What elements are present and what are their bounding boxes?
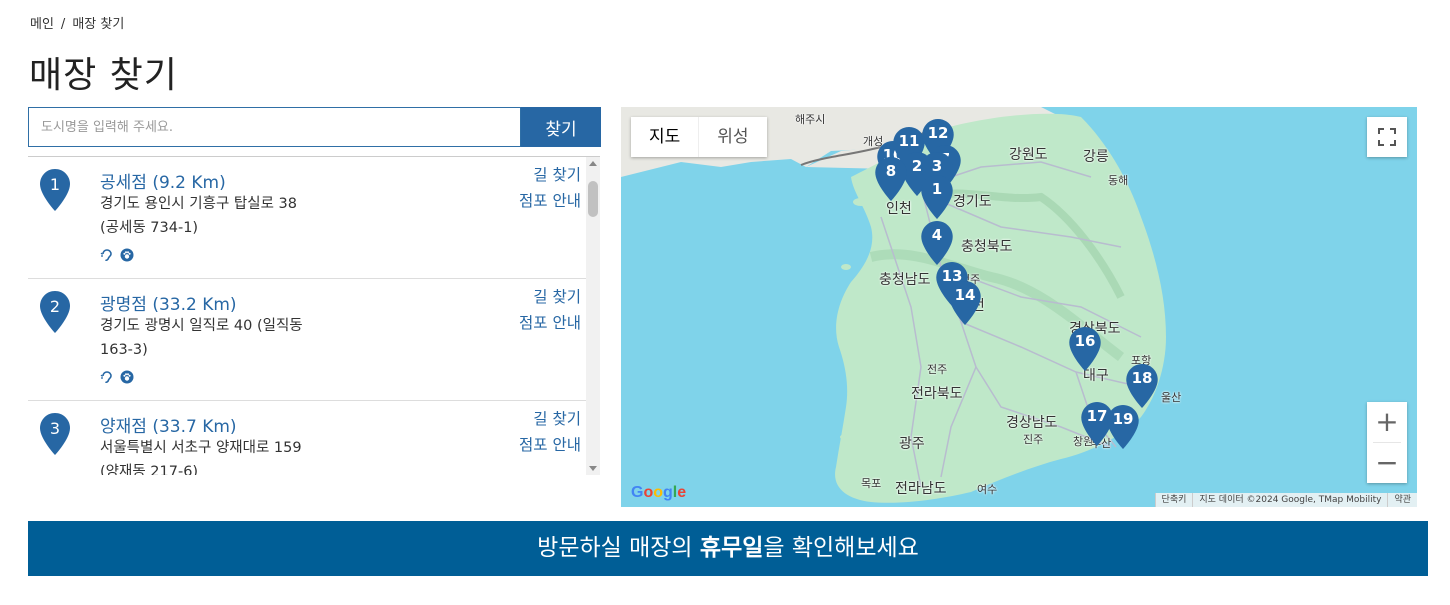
breadcrumb: 메인 / 매장 찾기 — [30, 13, 124, 32]
breadcrumb-separator: / — [60, 17, 66, 32]
map-pin-label: 12 — [927, 124, 949, 142]
map-pin-label: 3 — [931, 157, 943, 175]
map-pin-label: 18 — [1131, 369, 1153, 387]
holiday-banner[interactable]: 방문하실 매장의 휴무일을 확인해보세요 — [28, 521, 1428, 576]
scroll-up-icon[interactable] — [589, 161, 597, 166]
pet-paw-icon — [120, 370, 134, 384]
map-type-satellite-tab[interactable]: 위성 — [698, 117, 766, 157]
store-links: 길 찾기 점포 안내 — [519, 406, 581, 458]
terms-link[interactable]: 약관 — [1387, 493, 1417, 507]
store-map[interactable]: 해주시개성강원도강릉동해인천경기도충청북도충청남도청주대전경상북도포항대구울산전… — [621, 107, 1417, 507]
svg-text:1: 1 — [50, 175, 60, 194]
store-list-item[interactable]: 1 공세점 (9.2 Km) 경기도 용인시 기흥구 탑실로 38 (공세동 734… — [28, 157, 586, 279]
store-marker-icon: 2 — [40, 291, 70, 333]
store-links: 길 찾기 점포 안내 — [519, 162, 581, 214]
hearing-aid-icon — [100, 249, 112, 261]
store-address: 서울특별시 서초구 양재대로 159 (양재동 217-6) — [100, 440, 302, 475]
svg-text:3: 3 — [50, 419, 60, 438]
breadcrumb-current: 매장 찾기 — [72, 17, 125, 32]
hearing-aid-icon — [100, 371, 112, 383]
store-service-icons — [100, 248, 134, 262]
map-store-pin[interactable]: 18 — [1126, 364, 1158, 408]
map-place-label: 울산 — [1161, 391, 1182, 404]
map-store-pin[interactable]: 4 — [921, 221, 953, 265]
map-place-label: 진주 — [1023, 433, 1044, 446]
map-pin-label: 16 — [1074, 332, 1096, 350]
search-input[interactable] — [28, 107, 521, 147]
directions-link[interactable]: 길 찾기 — [519, 162, 581, 188]
map-place-label: 전주 — [927, 363, 948, 376]
store-marker-icon: 3 — [40, 413, 70, 455]
map-store-pin[interactable]: 19 — [1107, 405, 1139, 449]
scrollbar-thumb[interactable] — [588, 181, 598, 217]
map-place-label: 목포 — [861, 477, 882, 490]
keyboard-shortcuts-link[interactable]: 단축키 — [1154, 493, 1193, 507]
fullscreen-icon — [1378, 128, 1396, 146]
directions-link[interactable]: 길 찾기 — [519, 406, 581, 432]
store-address: 경기도 용인시 기흥구 탑실로 38 (공세동 734-1) — [100, 196, 297, 236]
map-place-label: 전라북도 — [911, 386, 963, 402]
page-title: 매장 찾기 — [29, 55, 178, 96]
directions-link[interactable]: 길 찾기 — [519, 284, 581, 310]
map-pin-label: 4 — [931, 226, 943, 244]
scrollbar[interactable] — [586, 157, 600, 475]
map-attribution: 단축키 지도 데이터 ©2024 Google, TMap Mobility 약… — [1154, 493, 1417, 507]
map-place-label: 전라남도 — [895, 481, 947, 497]
map-data-text: 지도 데이터 ©2024 Google, TMap Mobility — [1192, 493, 1387, 507]
map-background — [621, 107, 1166, 503]
map-place-label: 경상남도 — [1006, 415, 1058, 431]
banner-bold: 휴무일 — [699, 535, 764, 561]
map-type-control: 지도 위성 — [631, 117, 767, 157]
map-place-label: 경기도 — [953, 194, 992, 210]
store-name[interactable]: 양재점 (33.7 Km) — [100, 412, 237, 437]
banner-prefix: 방문하실 매장의 — [537, 535, 700, 561]
store-info-link[interactable]: 점포 안내 — [519, 432, 581, 458]
map-store-pin[interactable]: 1 — [921, 175, 953, 219]
search-bar: 찾기 — [28, 107, 601, 147]
store-list-item[interactable]: 2 광명점 (33.2 Km) 경기도 광명시 일직로 40 (일직동 163-3)… — [28, 279, 586, 401]
store-list[interactable]: 1 공세점 (9.2 Km) 경기도 용인시 기흥구 탑실로 38 (공세동 734… — [28, 156, 600, 475]
map-pin-label: 1 — [931, 180, 943, 198]
map-place-label: 해주시 — [795, 113, 826, 126]
map-place-label: 충청남도 — [879, 272, 931, 288]
map-place-label: 충청북도 — [961, 239, 1013, 255]
scroll-down-icon[interactable] — [589, 466, 597, 471]
map-store-pin[interactable]: 8 — [875, 157, 907, 201]
fullscreen-button[interactable] — [1367, 117, 1407, 157]
map-store-pin[interactable]: 16 — [1069, 327, 1101, 371]
zoom-out-button[interactable]: − — [1367, 443, 1407, 483]
store-name[interactable]: 광명점 (33.2 Km) — [100, 290, 237, 315]
map-store-pin[interactable]: 14 — [949, 281, 981, 325]
map-place-label: 강릉 — [1083, 149, 1109, 165]
store-address: 경기도 광명시 일직로 40 (일직동 163-3) — [100, 318, 303, 358]
map-pin-label: 8 — [885, 162, 897, 180]
search-button[interactable]: 찾기 — [521, 107, 601, 147]
zoom-control: + − — [1367, 402, 1407, 483]
store-info-link[interactable]: 점포 안내 — [519, 188, 581, 214]
map-place-label: 동해 — [1108, 174, 1129, 187]
map-place-label: 여수 — [977, 483, 998, 496]
svg-text:2: 2 — [50, 297, 60, 316]
zoom-in-button[interactable]: + — [1367, 402, 1407, 442]
store-marker-icon: 1 — [40, 169, 70, 211]
map-place-label: 광주 — [899, 436, 925, 452]
map-pin-label: 11 — [898, 132, 920, 150]
store-info-link[interactable]: 점포 안내 — [519, 310, 581, 336]
map-type-map-tab[interactable]: 지도 — [631, 117, 698, 157]
map-pin-label: 19 — [1112, 410, 1134, 428]
pet-paw-icon — [120, 248, 134, 262]
breadcrumb-home[interactable]: 메인 — [30, 17, 54, 32]
banner-suffix: 을 확인해보세요 — [763, 535, 919, 561]
store-name[interactable]: 공세점 (9.2 Km) — [100, 168, 226, 193]
store-list-item[interactable]: 3 양재점 (33.7 Km) 서울특별시 서초구 양재대로 159 (양재동 21… — [28, 401, 586, 475]
map-pin-label: 14 — [954, 286, 976, 304]
store-service-icons — [100, 370, 134, 384]
google-logo[interactable]: Google — [631, 484, 686, 502]
store-links: 길 찾기 점포 안내 — [519, 284, 581, 336]
map-place-label: 강원도 — [1009, 147, 1048, 163]
